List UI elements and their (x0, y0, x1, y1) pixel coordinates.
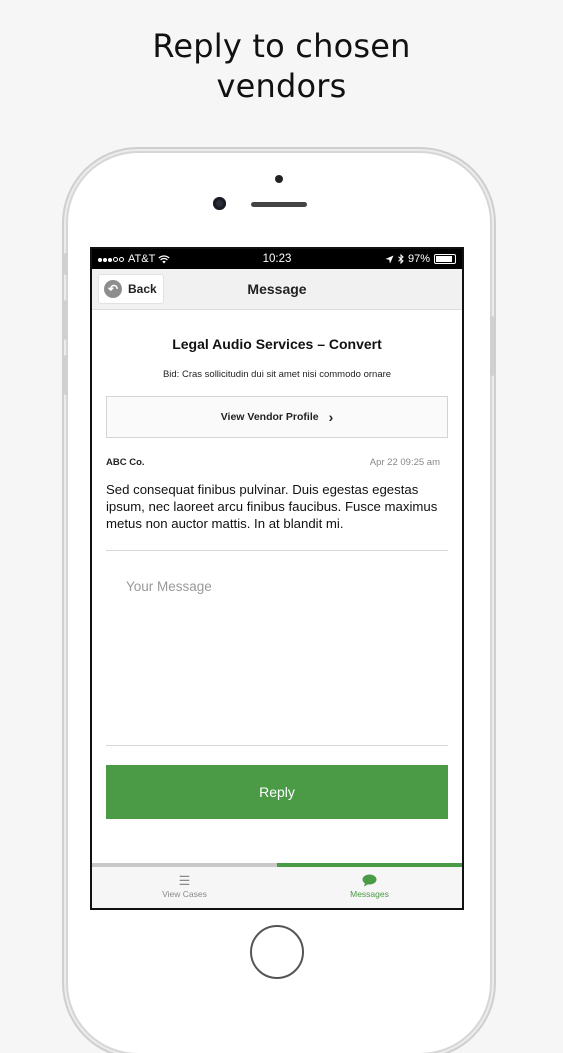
mute-switch (64, 253, 68, 275)
message-input-placeholder: Your Message (126, 579, 212, 594)
tab-indicator-active (277, 863, 462, 867)
page-title: Message (247, 281, 307, 297)
reply-button-label: Reply (259, 784, 295, 800)
headline: Reply to chosen vendors (0, 26, 563, 106)
message-sender: ABC Co. (106, 457, 145, 468)
battery-icon (434, 254, 456, 264)
back-arrow-icon: ↶ (104, 280, 122, 298)
tab-indicator (92, 863, 277, 867)
tab-messages-label: Messages (350, 888, 389, 899)
earpiece-speaker (251, 202, 307, 207)
chat-bubble-icon (362, 874, 377, 886)
volume-down-button (64, 355, 68, 395)
message-body: Sed consequat finibus pulvinar. Duis ege… (106, 482, 438, 531)
message-content: Legal Audio Services – Convert Bid: Cras… (92, 336, 462, 819)
message-timestamp: Apr 22 09:25 am (369, 457, 440, 468)
app-view: ↶ Back Message Legal Audio Services – Co… (92, 269, 462, 908)
chevron-right-icon: › (328, 409, 334, 425)
headline-line-1: Reply to chosen (152, 27, 411, 65)
view-vendor-profile-button[interactable]: View Vendor Profile › (106, 396, 448, 438)
bid-text: Bid: Cras sollicitudin dui sit amet nisi… (162, 369, 392, 380)
reply-button[interactable]: Reply (106, 765, 448, 819)
home-button[interactable] (250, 925, 304, 979)
proximity-sensor (275, 175, 283, 183)
nav-bar: ↶ Back Message (92, 269, 462, 310)
case-title: Legal Audio Services – Convert (172, 336, 382, 352)
tab-bar: ☰ View Cases Messages (92, 863, 462, 908)
back-button[interactable]: ↶ Back (98, 274, 164, 304)
back-label: Back (128, 282, 157, 296)
view-vendor-profile-label: View Vendor Profile (220, 411, 319, 423)
power-button (490, 316, 494, 376)
tab-view-cases-label: View Cases (162, 888, 207, 899)
tab-view-cases[interactable]: ☰ View Cases (92, 863, 277, 908)
status-bar: AT&T 10:23 97% (92, 249, 462, 269)
front-camera (213, 197, 226, 210)
volume-up-button (64, 300, 68, 340)
tab-messages[interactable]: Messages (277, 863, 462, 908)
message-input[interactable]: Your Message (106, 551, 448, 746)
message-meta: ABC Co. Apr 22 09:25 am (106, 457, 448, 468)
headline-line-2: vendors (216, 67, 347, 105)
phone-screen: AT&T 10:23 97% ↶ Back Message Legal Audi… (90, 247, 464, 910)
menu-icon: ☰ (178, 872, 191, 888)
status-time: 10:23 (262, 253, 292, 265)
